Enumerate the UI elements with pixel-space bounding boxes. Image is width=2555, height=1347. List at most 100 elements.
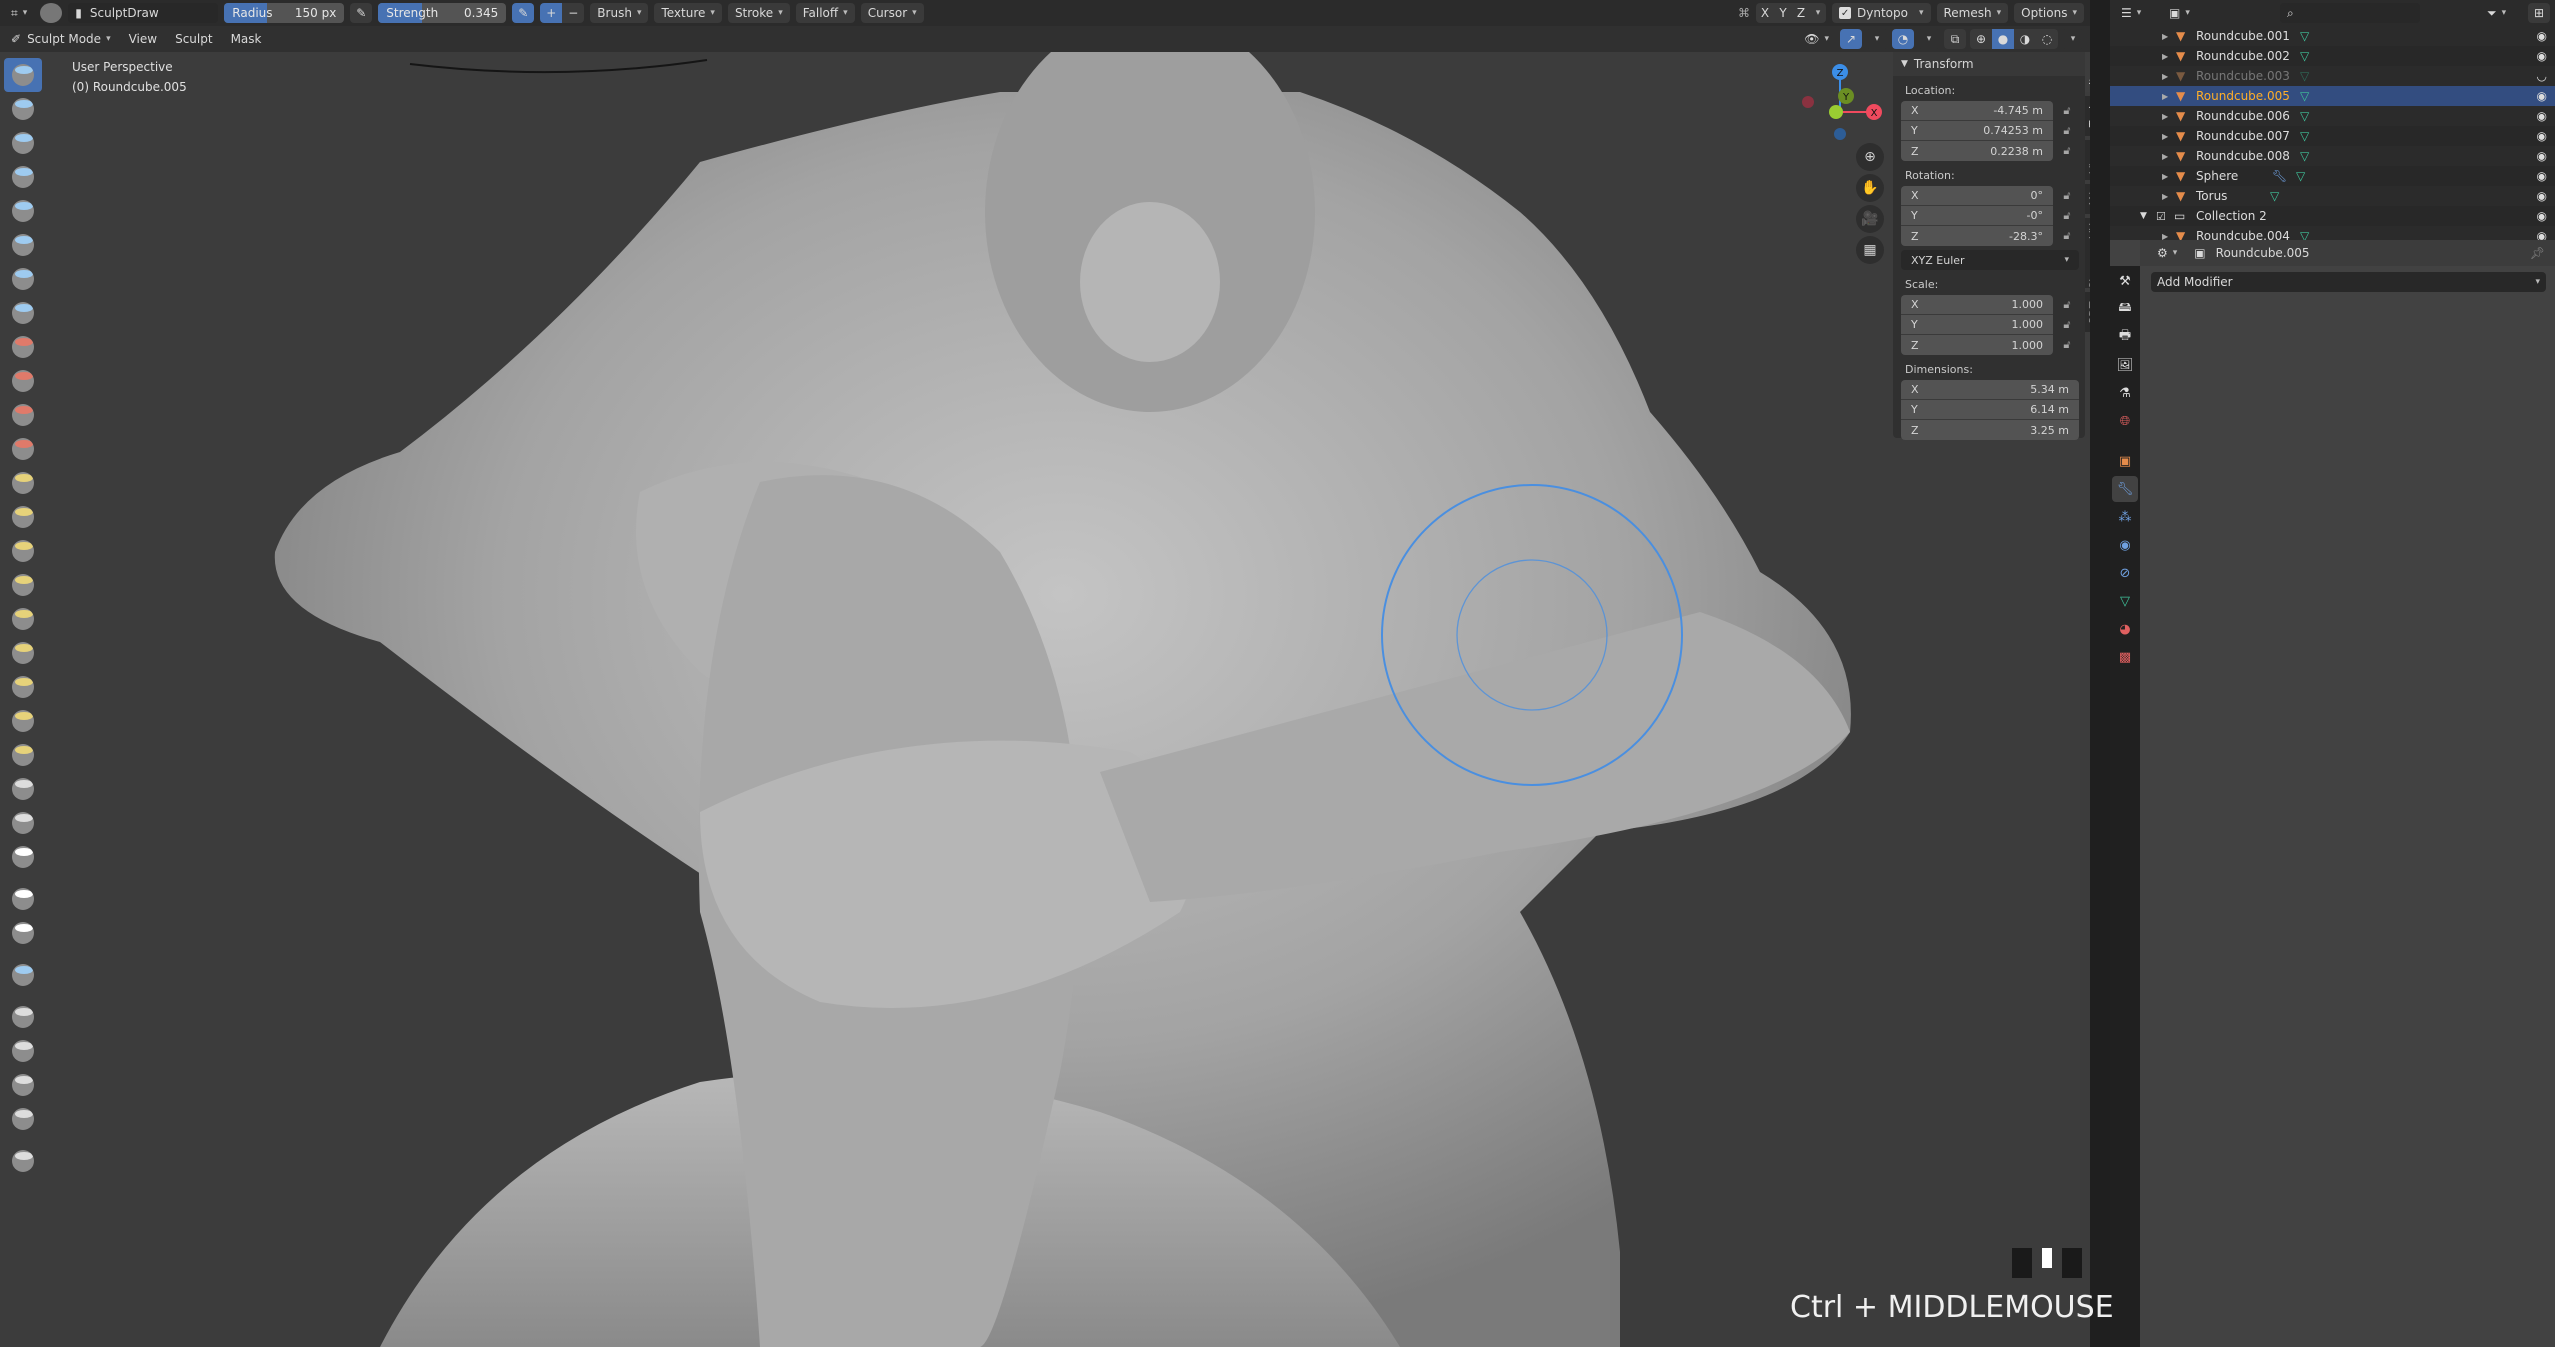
properties-tab-view-layer[interactable]: 🖼︎	[2112, 352, 2138, 378]
tool-move[interactable]	[4, 1000, 42, 1034]
expand-arrow-icon[interactable]: ▶	[2162, 52, 2168, 61]
tool-scale[interactable]	[4, 1068, 42, 1102]
tool-clay-strips[interactable]	[4, 160, 42, 194]
tool-layer[interactable]	[4, 194, 42, 228]
overlays-toggle[interactable]: ◔	[1892, 29, 1914, 49]
scl-x-field[interactable]: X 1.000	[1901, 295, 2053, 315]
outliner-object-row[interactable]: ▶ ▼ Torus ▽ ◉	[2110, 186, 2555, 206]
symmetry-y-toggle[interactable]: Y	[1774, 3, 1793, 23]
ortho-toggle-button[interactable]: ▦	[1856, 236, 1884, 264]
eye-closed-icon[interactable]: ◡	[2537, 69, 2547, 83]
tool-nudge[interactable]	[4, 704, 42, 738]
view-menu[interactable]: View	[122, 29, 164, 49]
scl-y-field[interactable]: Y 1.000	[1901, 315, 2053, 335]
outliner-search-input[interactable]: ⌕	[2280, 3, 2420, 23]
lock-icon[interactable]: 🔓︎	[2057, 206, 2077, 226]
tool-mask[interactable]	[4, 840, 42, 874]
mesh-data-icon[interactable]: ▽	[2300, 69, 2309, 83]
gizmo-neg-z[interactable]	[1834, 128, 1846, 140]
eye-icon[interactable]: ◉	[2537, 209, 2547, 223]
tool-transform[interactable]	[4, 1102, 42, 1136]
tool-draw[interactable]	[4, 58, 42, 92]
gizmos-dropdown[interactable]: ▾	[1866, 29, 1888, 49]
eye-icon[interactable]: ◉	[2537, 229, 2547, 240]
wireframe-shading-button[interactable]: ⊕	[1970, 29, 1992, 49]
add-modifier-dropdown[interactable]: Add Modifier ▾	[2151, 272, 2546, 292]
sculpt-menu[interactable]: Sculpt	[168, 29, 219, 49]
properties-tab-modifier[interactable]: 🔧︎	[2112, 476, 2138, 502]
overlays-dropdown[interactable]: ▾	[1918, 29, 1940, 49]
mesh-data-icon[interactable]: ▽	[2300, 89, 2309, 103]
rotation-mode-dropdown[interactable]: XYZ Euler ▾	[1901, 250, 2079, 270]
tool-blob[interactable]	[4, 262, 42, 296]
zoom-view-button[interactable]: ⊕	[1856, 143, 1884, 171]
radius-pressure-icon[interactable]: ✎	[350, 3, 373, 23]
tool-grab[interactable]	[4, 534, 42, 568]
checkbox-checked-icon[interactable]: ☑	[2156, 210, 2166, 223]
falloff-menu[interactable]: Falloff ▾	[795, 3, 855, 23]
tool-rotate[interactable]	[4, 738, 42, 772]
properties-tab-render[interactable]: 🖴︎	[2112, 296, 2138, 322]
expand-arrow-icon[interactable]: ▶	[2162, 172, 2168, 181]
material-shading-button[interactable]: ◑	[2014, 29, 2036, 49]
lock-icon[interactable]: 🔓︎	[2057, 141, 2077, 161]
properties-tab-tool[interactable]: ⚒	[2112, 268, 2138, 294]
mesh-data-icon[interactable]: ▽	[2270, 189, 2279, 203]
dyntopo-toggle[interactable]: ✓ Dyntopo ▾	[1832, 3, 1931, 23]
tool-pinch[interactable]	[4, 500, 42, 534]
tool-fill[interactable]	[4, 398, 42, 432]
tool-annotate[interactable]	[4, 1144, 42, 1178]
mesh-data-icon[interactable]: ▽	[2300, 29, 2309, 43]
rot-x-field[interactable]: X 0°	[1901, 186, 2053, 206]
tool-inflate[interactable]	[4, 228, 42, 262]
expand-arrow-icon[interactable]: ▶	[2162, 112, 2168, 121]
eye-icon[interactable]: ◉	[2537, 49, 2547, 63]
stroke-menu[interactable]: Stroke ▾	[727, 3, 790, 23]
expand-triangle-icon[interactable]: ▼	[2140, 211, 2147, 221]
outliner-object-row[interactable]: ▶ ▼ Sphere 🔧︎ ▽ ◉	[2110, 166, 2555, 186]
outliner-object-row[interactable]: ▶ ▼ Roundcube.007 ▽ ◉	[2110, 126, 2555, 146]
expand-arrow-icon[interactable]: ▶	[2162, 92, 2168, 101]
remesh-menu[interactable]: Remesh ▾	[1936, 3, 2009, 23]
brush-preview-icon[interactable]	[40, 3, 63, 23]
tool-box-hide[interactable]	[4, 916, 42, 950]
filter-dropdown[interactable]: ⏷ ▾	[2480, 3, 2513, 23]
properties-tab-object[interactable]: ▣	[2112, 448, 2138, 474]
shading-dropdown[interactable]: ▾	[2062, 29, 2084, 49]
mask-menu[interactable]: Mask	[224, 29, 269, 49]
radius-slider[interactable]: Radius 150 px	[224, 3, 345, 23]
mesh-data-icon[interactable]: ▽	[2300, 149, 2309, 163]
visibility-selectability-dropdown[interactable]: 👁 ▾	[1797, 29, 1836, 49]
eye-icon[interactable]: ◉	[2537, 29, 2547, 43]
mesh-data-icon[interactable]: ▽	[2296, 169, 2305, 183]
mesh-data-icon[interactable]: ▽	[2300, 49, 2309, 63]
properties-tab-mesh-data[interactable]: ▽	[2112, 588, 2138, 614]
mode-selector[interactable]: ✐ Sculpt Mode ▾	[4, 29, 118, 49]
eye-icon[interactable]: ◉	[2537, 109, 2547, 123]
expand-arrow-icon[interactable]: ▶	[2162, 32, 2168, 41]
solid-shading-button[interactable]: ●	[1992, 29, 2014, 49]
eye-icon[interactable]: ◉	[2537, 129, 2547, 143]
tool-slide-relax[interactable]	[4, 772, 42, 806]
lock-icon[interactable]: 🔓︎	[2057, 226, 2077, 246]
properties-tab-scene[interactable]: ⚗	[2112, 380, 2138, 406]
loc-z-field[interactable]: Z 0.2238 m	[1901, 141, 2053, 161]
tool-elastic-deform[interactable]	[4, 568, 42, 602]
lock-icon[interactable]: 🔓︎	[2057, 101, 2077, 121]
editor-type-dropdown[interactable]: ☰ ▾	[2114, 3, 2148, 23]
rot-y-field[interactable]: Y -0°	[1901, 206, 2053, 226]
camera-view-button[interactable]: 🎥	[1856, 205, 1884, 233]
tool-rotate-transform[interactable]	[4, 1034, 42, 1068]
lock-icon[interactable]: 🔓︎	[2057, 335, 2077, 355]
wrench-modifier-icon[interactable]: 🔧︎	[2272, 169, 2287, 183]
tool-dropdown[interactable]: ⌗ ▾	[4, 3, 34, 23]
tool-snake-hook[interactable]	[4, 602, 42, 636]
transform-panel-header[interactable]: ▼ Transform	[1893, 52, 2085, 76]
eye-icon[interactable]: ◉	[2537, 89, 2547, 103]
eye-icon[interactable]: ◉	[2537, 169, 2547, 183]
tool-mesh-filter[interactable]	[4, 958, 42, 992]
xray-toggle[interactable]: ⧉	[1944, 29, 1966, 49]
symmetry-z-toggle[interactable]: Z	[1792, 3, 1811, 23]
expand-arrow-icon[interactable]: ▶	[2162, 232, 2168, 241]
properties-tab-physics[interactable]: ◉	[2112, 532, 2138, 558]
